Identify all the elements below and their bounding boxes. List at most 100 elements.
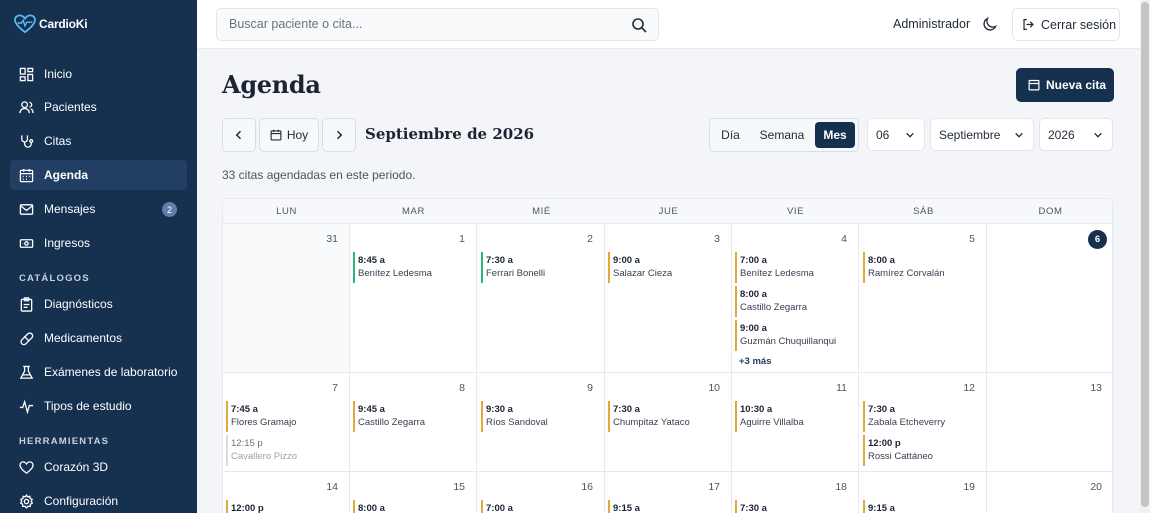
month-select[interactable]: Septiembre	[930, 118, 1034, 151]
day-number: 3	[714, 233, 720, 245]
appointment-item[interactable]: 12:15 p Cavallero Pizzo	[226, 435, 344, 466]
day-number: 9	[587, 382, 593, 394]
appointment-time: 9:15 a	[868, 503, 895, 513]
user-name[interactable]: Administrador	[893, 17, 970, 31]
appointment-item[interactable]: 7:30 a Chumpitaz Yataco	[608, 401, 726, 432]
calendar-day-cell[interactable]: 10 7:30 a Chumpitaz Yataco	[605, 373, 732, 472]
sidebar-item-corazon-3d[interactable]: Corazón 3D	[10, 452, 187, 482]
appointment-item[interactable]: 7:45 a Flores Gramajo	[226, 401, 344, 432]
appointment-item[interactable]: 12:00 p	[226, 500, 344, 513]
appointment-time: 7:30 a	[613, 404, 640, 415]
sidebar-item-agenda[interactable]: Agenda	[10, 160, 187, 190]
weekday-label: DOM	[1038, 206, 1063, 217]
appointment-item[interactable]: 9:00 a Guzmán Chuquillanqui	[735, 320, 853, 351]
more-appointments-link[interactable]: +3 más	[739, 356, 772, 367]
view-week-button[interactable]: Semana	[752, 122, 812, 148]
appointment-patient: Aguirre Villalba	[740, 417, 804, 428]
day-select[interactable]: 06	[867, 118, 925, 151]
prev-period-button[interactable]	[222, 118, 256, 152]
weekday-label: MIÉ	[532, 206, 551, 217]
sidebar-item-medicamentos[interactable]: Medicamentos	[10, 323, 187, 353]
search-input[interactable]	[229, 17, 619, 31]
calendar-day-cell[interactable]: 31	[223, 224, 350, 373]
next-period-button[interactable]	[322, 118, 356, 152]
users-icon	[19, 100, 34, 115]
calendar-day-cell[interactable]: 20	[987, 472, 1112, 513]
sidebar-item-examenes[interactable]: Exámenes de laboratorio	[10, 357, 187, 387]
sidebar-item-citas[interactable]: Citas	[10, 126, 187, 156]
calendar-day-cell[interactable]: 4 7:00 a Benítez Ledesma 8:00 a Castillo Zeg…	[732, 224, 859, 373]
day-number: 18	[835, 481, 847, 493]
grid-icon	[19, 67, 34, 82]
calendar-day-cell[interactable]: 11 10:30 a Aguirre Villalba	[732, 373, 859, 472]
appointment-item[interactable]: 9:45 a Castillo Zegarra	[353, 401, 471, 432]
appointment-time: 7:45 a	[231, 404, 258, 415]
app-logo[interactable]: CardioKi	[14, 14, 88, 34]
appointment-item[interactable]: 9:15 a	[608, 500, 726, 513]
today-button[interactable]: Hoy	[259, 118, 319, 152]
sidebar-item-diagnosticos[interactable]: Diagnósticos	[10, 289, 187, 319]
day-number: 19	[963, 481, 975, 493]
sidebar-item-configuracion[interactable]: Configuración	[10, 486, 187, 513]
appointment-item[interactable]: 7:00 a	[481, 500, 599, 513]
appointment-item[interactable]: 7:30 a Ferrari Bonelli	[481, 252, 599, 283]
view-month-button[interactable]: Mes	[815, 122, 855, 148]
sidebar-item-label: Medicamentos	[44, 331, 123, 345]
calendar-day-cell[interactable]: 15 8:00 a	[350, 472, 477, 513]
day-number: 8	[459, 382, 465, 394]
appointment-time: 9:30 a	[486, 404, 513, 415]
day-number: 16	[581, 481, 593, 493]
sidebar-item-inicio[interactable]: Inicio	[10, 59, 187, 89]
sidebar: CardioKi Inicio Pacientes Citas Agenda M…	[0, 0, 197, 513]
calendar-day-cell[interactable]: 8 9:45 a Castillo Zegarra	[350, 373, 477, 472]
calendar-icon	[270, 129, 282, 141]
calendar-day-cell[interactable]: 14 12:00 p	[223, 472, 350, 513]
calendar-day-cell[interactable]: 6	[987, 224, 1112, 373]
calendar-day-cell[interactable]: 9 9:30 a Ríos Sandoval	[478, 373, 605, 472]
calendar-day-cell[interactable]: 7 7:45 a Flores Gramajo 12:15 p Cavallero Pi…	[223, 373, 350, 472]
search-icon[interactable]	[631, 17, 647, 33]
sidebar-item-label: Mensajes	[44, 202, 96, 216]
calendar-day-cell[interactable]: 2 7:30 a Ferrari Bonelli	[478, 224, 605, 373]
appointment-item[interactable]: 10:30 a Aguirre Villalba	[735, 401, 853, 432]
sidebar-item-tipos-estudio[interactable]: Tipos de estudio	[10, 391, 187, 421]
view-day-button[interactable]: Día	[713, 122, 748, 148]
appointment-item[interactable]: 8:00 a Castillo Zegarra	[735, 286, 853, 317]
moon-icon[interactable]	[982, 16, 998, 32]
sidebar-item-label: Inicio	[44, 67, 73, 81]
settings-icon	[19, 493, 34, 509]
appointment-time: 9:45 a	[358, 404, 385, 415]
catalogs-section-label: CATÁLOGOS	[19, 273, 90, 284]
appointment-item[interactable]: 9:00 a Salazar Cieza	[608, 252, 726, 283]
appointment-item[interactable]: 7:30 a	[735, 500, 853, 513]
appointment-item[interactable]: 8:00 a	[353, 500, 471, 513]
appointment-item[interactable]: 9:30 a Ríos Sandoval	[481, 401, 599, 432]
calendar-day-cell[interactable]: 5 8:00 a Ramírez Corvalán	[860, 224, 987, 373]
calendar-day-cell[interactable]: 16 7:00 a	[478, 472, 605, 513]
calendar-day-cell[interactable]: 3 9:00 a Salazar Cieza	[605, 224, 732, 373]
logout-button[interactable]: Cerrar sesión	[1012, 8, 1120, 41]
calendar-day-cell[interactable]: 18 7:30 a	[732, 472, 859, 513]
year-select[interactable]: 2026	[1039, 118, 1113, 151]
appointment-patient: Benítez Ledesma	[358, 268, 432, 279]
appointment-item[interactable]: 8:45 a Benítez Ledesma	[353, 252, 471, 283]
scrollbar-thumb[interactable]	[1141, 2, 1149, 507]
appointment-time: 7:30 a	[486, 255, 513, 266]
calendar-day-cell[interactable]: 17 9:15 a	[605, 472, 732, 513]
sidebar-item-mensajes[interactable]: Mensajes 2	[10, 194, 187, 224]
appointment-time: 12:00 p	[868, 438, 901, 449]
calendar-day-cell[interactable]: 13	[987, 373, 1112, 472]
new-appointment-button[interactable]: Nueva cita	[1016, 68, 1114, 102]
appointment-item[interactable]: 8:00 a Ramírez Corvalán	[863, 252, 981, 283]
appointment-item[interactable]: 7:00 a Benítez Ledesma	[735, 252, 853, 283]
appointment-time: 8:45 a	[358, 255, 385, 266]
sidebar-item-ingresos[interactable]: Ingresos	[10, 228, 187, 258]
calendar-day-cell[interactable]: 1 8:45 a Benítez Ledesma	[350, 224, 477, 373]
calendar-day-cell[interactable]: 19 9:15 a	[860, 472, 987, 513]
appointment-item[interactable]: 12:00 p Rossi Cattáneo	[863, 435, 981, 466]
appointment-item[interactable]: 9:15 a	[863, 500, 981, 513]
current-period: Septiembre de 2026	[365, 125, 535, 143]
calendar-day-cell[interactable]: 12 7:30 a Zabala Etcheverry 12:00 p Rossi Ca…	[860, 373, 987, 472]
sidebar-item-pacientes[interactable]: Pacientes	[10, 92, 187, 122]
appointment-item[interactable]: 7:30 a Zabala Etcheverry	[863, 401, 981, 432]
